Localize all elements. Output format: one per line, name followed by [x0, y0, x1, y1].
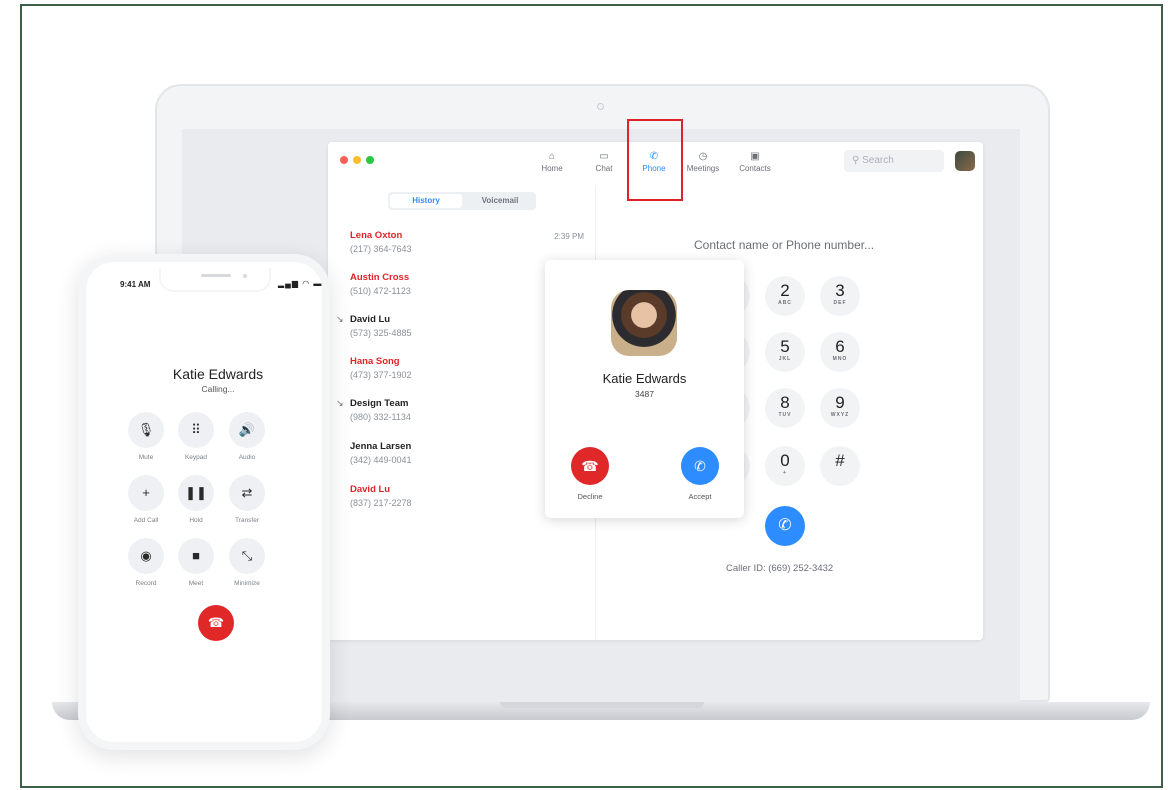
- key-letters: ABC: [778, 300, 792, 306]
- keypad-button[interactable]: ⠿: [178, 412, 214, 448]
- outgoing-call-icon: ↘: [336, 314, 344, 324]
- mute-button[interactable]: 🎙: [128, 412, 164, 448]
- screenshot-frame: ⌂ Home ▭ Chat ✆ Phone ◷ Meetings ▣ Conta…: [20, 4, 1163, 788]
- history-item[interactable]: Lena Oxton (217) 364-7643 2:39 PM: [350, 230, 590, 254]
- close-window-button[interactable]: [340, 156, 348, 164]
- nav-chat[interactable]: ▭ Chat: [584, 150, 624, 173]
- mic-icon: 🎙: [137, 422, 155, 437]
- record-icon: ◉: [140, 548, 152, 563]
- phone-icon: ✆: [694, 458, 706, 474]
- key-letters: +: [783, 470, 787, 476]
- dial-call-button[interactable]: ✆: [765, 506, 805, 546]
- accept-label: Accept: [688, 492, 712, 501]
- minimize-label: Minimize: [234, 580, 260, 587]
- outgoing-call-icon: ↘: [336, 398, 344, 408]
- history-time: 2:39 PM: [554, 232, 584, 241]
- nav-contacts-label: Contacts: [739, 164, 771, 173]
- minimize-window-button[interactable]: [353, 156, 361, 164]
- status-bar-time: 9:41 AM: [120, 280, 151, 289]
- speaker-icon: 🔊: [238, 422, 256, 437]
- key-digit: 5: [780, 337, 790, 356]
- contacts-icon: ▣: [750, 151, 760, 162]
- dialpad-key-2[interactable]: 2 ABC: [765, 276, 805, 316]
- caller-photo: [611, 290, 677, 356]
- dialpad-key-0[interactable]: 0 +: [765, 446, 805, 486]
- hang-up-icon: ☎: [207, 615, 225, 630]
- phone-speaker: [201, 274, 231, 277]
- incoming-call-card: Katie Edwards 3487 ☎ Decline ✆ Accept: [545, 260, 744, 518]
- nav-home[interactable]: ⌂ Home: [532, 150, 572, 173]
- dialpad-key-6[interactable]: 6 MNO: [820, 332, 860, 372]
- laptop-camera: [597, 103, 604, 110]
- key-digit: 3: [835, 281, 845, 300]
- hold-button[interactable]: ❚❚: [178, 475, 214, 511]
- contact-or-number-input[interactable]: Contact name or Phone number...: [694, 238, 874, 252]
- history-number: (217) 364-7643: [350, 244, 412, 254]
- search-input[interactable]: ⚲ Search: [844, 150, 944, 172]
- key-letters: MNO: [832, 356, 848, 362]
- tab-history[interactable]: History: [390, 194, 462, 208]
- hang-up-icon: ☎: [581, 458, 599, 474]
- key-digit: 2: [780, 281, 790, 300]
- nav-contacts[interactable]: ▣ Contacts: [732, 150, 778, 173]
- key-digit: #: [835, 451, 845, 470]
- tab-voicemail[interactable]: Voicemail: [466, 194, 534, 208]
- phone-camera: [243, 274, 247, 278]
- pause-icon: ❚❚: [185, 485, 207, 500]
- key-letters: DEF: [833, 300, 847, 306]
- accept-button[interactable]: ✆: [681, 447, 719, 485]
- transfer-icon: ⇄: [241, 485, 253, 500]
- history-voicemail-toggle: History Voicemail: [388, 192, 536, 210]
- audio-label: Audio: [238, 454, 256, 461]
- decline-button[interactable]: ☎: [571, 447, 609, 485]
- dialpad-key-3[interactable]: 3 DEF: [820, 276, 860, 316]
- key-letters: WXYZ: [830, 412, 850, 418]
- clock-icon: ◷: [698, 151, 708, 162]
- phone-caller-name: Katie Edwards: [172, 366, 264, 382]
- dialpad-key-9[interactable]: 9 WXYZ: [820, 388, 860, 428]
- transfer-button[interactable]: ⇄: [229, 475, 265, 511]
- dialpad-key-hash[interactable]: #: [820, 446, 860, 486]
- dialpad-key-5[interactable]: 5 JKL: [765, 332, 805, 372]
- search-icon: ⚲: [852, 155, 860, 166]
- key-digit: 0: [780, 451, 790, 470]
- minimize-button[interactable]: ⤡: [229, 538, 265, 574]
- laptop-notch: [500, 702, 704, 708]
- record-button[interactable]: ◉: [128, 538, 164, 574]
- phone-call-status: Calling...: [201, 384, 235, 394]
- keypad-icon: ⠿: [191, 422, 201, 437]
- dialpad-key-8[interactable]: 8 TUV: [765, 388, 805, 428]
- key-digit: 9: [835, 393, 845, 412]
- caller-id-label: Caller ID: (669) 252-3432: [726, 563, 834, 574]
- nav-meetings[interactable]: ◷ Meetings: [680, 150, 726, 173]
- key-letters: JKL: [778, 356, 792, 362]
- chat-icon: ▭: [599, 151, 609, 162]
- video-icon: ■: [192, 548, 200, 563]
- key-digit: 6: [835, 337, 845, 356]
- audio-button[interactable]: 🔊: [229, 412, 265, 448]
- plus-icon: +: [142, 485, 150, 500]
- nav-chat-label: Chat: [595, 164, 613, 173]
- incoming-caller-name: Katie Edwards: [602, 371, 687, 386]
- maximize-window-button[interactable]: [366, 156, 374, 164]
- search-placeholder: Search: [862, 155, 894, 166]
- transfer-label: Transfer: [235, 517, 259, 524]
- phone-tab-highlight-box: [627, 119, 683, 201]
- profile-avatar[interactable]: [955, 151, 975, 171]
- incoming-caller-extension: 3487: [635, 389, 654, 399]
- key-digit: 8: [780, 393, 790, 412]
- decline-label: Decline: [577, 492, 603, 501]
- end-call-button[interactable]: ☎: [198, 605, 234, 641]
- key-letters: TUV: [778, 412, 792, 418]
- minimize-icon: ⤡: [241, 548, 253, 563]
- add-call-button[interactable]: +: [128, 475, 164, 511]
- phone-notch: [159, 268, 271, 292]
- meet-button[interactable]: ■: [178, 538, 214, 574]
- home-icon: ⌂: [548, 151, 556, 162]
- phone-icon: ✆: [778, 517, 792, 534]
- nav-meetings-label: Meetings: [686, 164, 720, 173]
- nav-home-label: Home: [541, 164, 563, 173]
- signal-wifi-battery-icon: ▂▄▆ ◠ ▬: [278, 279, 323, 288]
